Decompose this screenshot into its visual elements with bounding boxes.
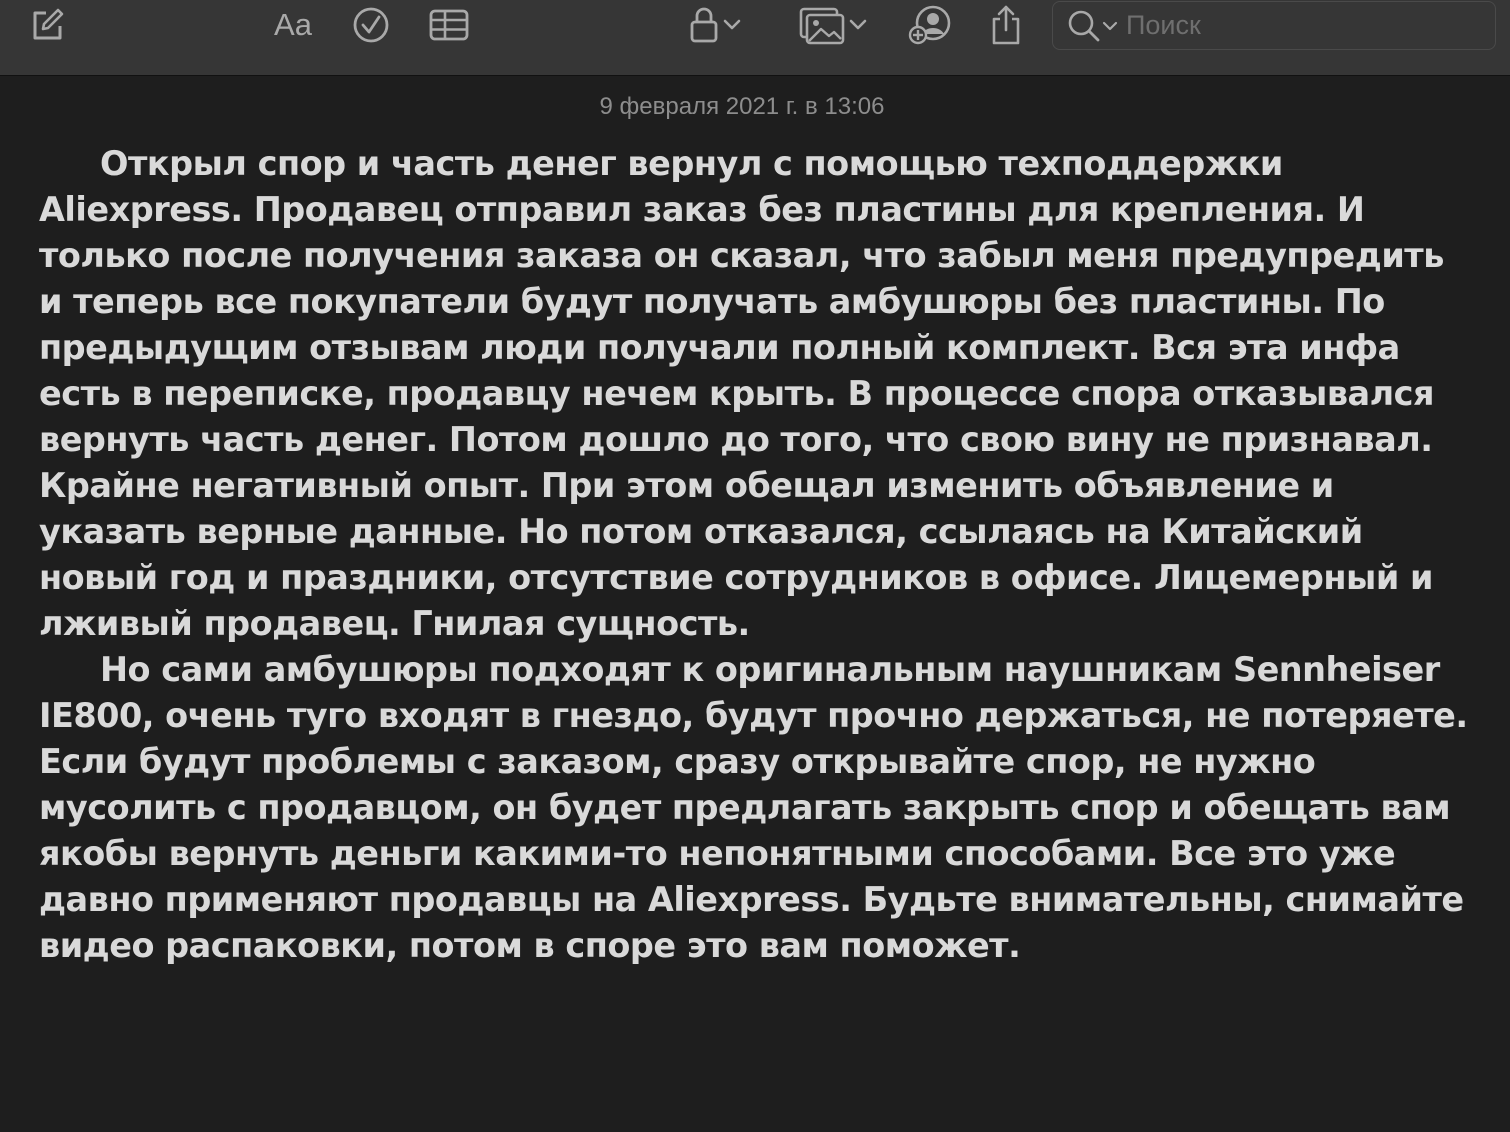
- note-date: 9 февраля 2021 г. в 13:06: [599, 93, 885, 120]
- note-paragraph: Но сами амбушюры подходят к оригинальным…: [39, 650, 1468, 965]
- chevron-down-icon: [723, 19, 741, 30]
- compose-icon: [33, 8, 64, 40]
- note-paragraph: Открыл спор и часть денег вернул с помощ…: [39, 144, 1444, 643]
- note-body[interactable]: Открыл спор и часть денег вернул с помощ…: [39, 141, 1469, 969]
- checklist-button[interactable]: [350, 0, 392, 50]
- media-icon: [799, 7, 845, 45]
- chevron-down-icon: [849, 19, 867, 30]
- search-field[interactable]: [1052, 1, 1496, 50]
- share-button[interactable]: [986, 0, 1026, 50]
- toolbar: Aa: [0, 0, 1510, 76]
- search-icon: [1068, 10, 1100, 41]
- collaborate-icon: [908, 5, 951, 45]
- format-button[interactable]: Aa: [268, 0, 318, 50]
- checklist-icon: [353, 7, 389, 43]
- search-input[interactable]: [1126, 10, 1466, 41]
- table-icon: [429, 9, 469, 41]
- table-button[interactable]: [427, 0, 471, 50]
- share-icon: [992, 5, 1020, 45]
- compose-button[interactable]: [26, 0, 68, 50]
- media-button[interactable]: [792, 0, 874, 50]
- lock-button[interactable]: [683, 0, 747, 50]
- chevron-down-icon: [1102, 21, 1118, 30]
- lock-icon: [690, 7, 718, 43]
- scrollbar[interactable]: [1496, 76, 1510, 1132]
- collaborate-button[interactable]: [906, 0, 954, 50]
- format-label: Aa: [274, 7, 312, 42]
